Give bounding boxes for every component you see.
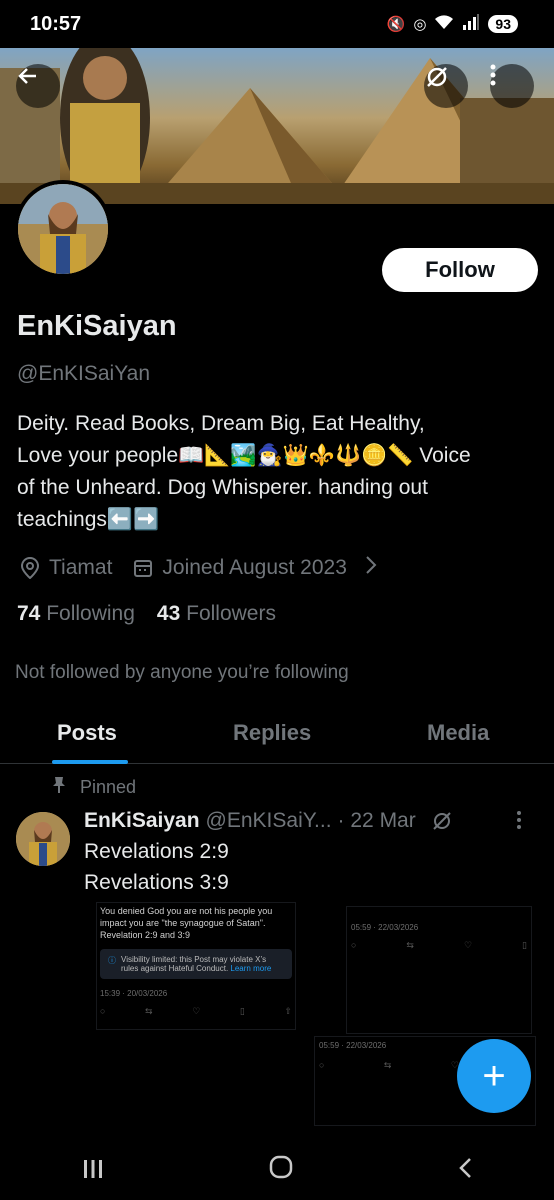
- bio-line: Deity. Read Books, Dream Big, Eat Health…: [17, 412, 425, 435]
- wifi-icon: [434, 14, 454, 34]
- post-author-handle[interactable]: @EnKISaiY...: [206, 809, 332, 835]
- repost-icon: ⇆: [145, 1006, 153, 1016]
- location-text: Tiamat: [49, 556, 113, 579]
- active-tab-indicator: [52, 760, 128, 764]
- profile-banner[interactable]: [0, 48, 554, 204]
- following-link[interactable]: 74 Following: [17, 602, 135, 626]
- bio-line: Love your people📖📐🏞️🧙‍♂️👑⚜️🔱🪙📏 Voice: [17, 444, 471, 467]
- mute-icon: 🔇: [386, 16, 406, 33]
- tab-media[interactable]: Media: [427, 720, 489, 746]
- embed-text: You denied God you are not his people yo…: [100, 906, 273, 940]
- eye-slash-icon: [427, 67, 447, 87]
- recent-apps-icon[interactable]: [82, 1155, 104, 1186]
- home-icon[interactable]: [269, 1155, 293, 1186]
- bio: Deity. Read Books, Dream Big, Eat Health…: [17, 408, 542, 536]
- profile-meta: Tiamat Joined August 2023: [17, 555, 377, 581]
- calendar-icon: [130, 558, 156, 578]
- compose-button[interactable]: +: [457, 1039, 531, 1113]
- followers-label: Followers: [186, 602, 276, 625]
- profile-avatar[interactable]: [14, 180, 112, 278]
- handle: @EnKISaiYan: [17, 362, 151, 385]
- followers-count: 43: [156, 602, 181, 625]
- embed-actions: ○ ⇆ ♡ ▯: [351, 940, 527, 951]
- bio-line: of the Unheard. Dog Whisperer. handing o…: [17, 476, 428, 499]
- like-icon: ♡: [463, 940, 473, 950]
- back-button[interactable]: [16, 64, 60, 108]
- tab-posts[interactable]: Posts: [57, 720, 117, 746]
- back-nav-icon[interactable]: [458, 1155, 472, 1186]
- follow-counts: 74 Following 43 Followers: [17, 602, 276, 626]
- hotspot-icon: ◎: [413, 16, 427, 33]
- embed-actions: ○ ⇆ ♡: [319, 1060, 459, 1071]
- pinned-indicator: Pinned: [52, 776, 136, 799]
- hide-button[interactable]: [424, 64, 468, 108]
- follow-button[interactable]: Follow: [382, 248, 538, 292]
- battery-indicator: 93: [488, 15, 518, 33]
- info-icon: ⓘ: [108, 956, 116, 965]
- chevron-right-icon[interactable]: [365, 555, 377, 581]
- post-text-line: Revelations 2:9: [84, 840, 229, 863]
- more-vertical-icon: [490, 64, 496, 86]
- hidden-post-icon: [422, 809, 454, 835]
- profile-tabs: Posts Replies Media: [0, 704, 554, 764]
- status-icons: 🔇 ◎ 93: [387, 14, 518, 34]
- embed-actions: ○ ⇆ ♡ ▯ ⇧: [100, 1006, 292, 1017]
- post-text-line: Revelations 3:9: [84, 871, 229, 894]
- post-author-name[interactable]: EnKiSaiyan: [84, 809, 200, 835]
- system-nav-bar: [0, 1140, 554, 1200]
- learn-more-link: Learn more: [230, 964, 272, 973]
- like-icon: ♡: [192, 1006, 201, 1016]
- status-bar: 10:57 🔇 ◎ 93: [0, 0, 554, 48]
- following-count: 74: [17, 602, 41, 625]
- embed-timestamp: 05:59 · 22/03/2026: [351, 923, 419, 932]
- more-button[interactable]: [490, 64, 534, 108]
- pin-icon: [52, 776, 66, 799]
- status-time: 10:57: [30, 12, 82, 35]
- pinned-label: Pinned: [80, 777, 137, 797]
- joined-text: Joined August 2023: [162, 556, 347, 579]
- post-date[interactable]: · 22 Mar: [338, 809, 416, 835]
- followers-link[interactable]: 43 Followers: [157, 602, 276, 626]
- repost-icon: ⇆: [406, 940, 414, 950]
- post-header: EnKiSaiyan @EnKISaiY... · 22 Mar: [84, 809, 454, 835]
- post-image-1[interactable]: You denied God you are not his people yo…: [96, 902, 296, 1030]
- post-avatar[interactable]: [16, 812, 70, 866]
- post-more-icon[interactable]: [516, 810, 522, 836]
- post-image-2[interactable]: 05:59 · 22/03/2026 ○ ⇆ ♡ ▯: [346, 906, 532, 1034]
- following-label: Following: [46, 602, 135, 625]
- reply-icon: ○: [100, 1006, 106, 1016]
- reply-icon: ○: [319, 1060, 325, 1070]
- display-name: EnKiSaiyan: [17, 310, 177, 342]
- signal-icon: [462, 14, 480, 34]
- share-icon: ⇧: [284, 1006, 292, 1016]
- embed-timestamp: 15:39 · 20/03/2026: [100, 989, 168, 998]
- bookmark-icon: ▯: [522, 940, 527, 950]
- location-icon: [17, 557, 43, 579]
- bio-line: teachings⬅️➡️: [17, 508, 160, 531]
- reply-icon: ○: [351, 940, 357, 950]
- bookmark-icon: ▯: [239, 1006, 245, 1016]
- tab-replies[interactable]: Replies: [233, 720, 311, 746]
- back-arrow-icon: [18, 68, 36, 84]
- not-followed-notice: Not followed by anyone you’re following: [15, 662, 349, 683]
- repost-icon: ⇆: [383, 1060, 392, 1070]
- visibility-warning: ⓘ Visibility limited: this Post may viol…: [100, 949, 292, 979]
